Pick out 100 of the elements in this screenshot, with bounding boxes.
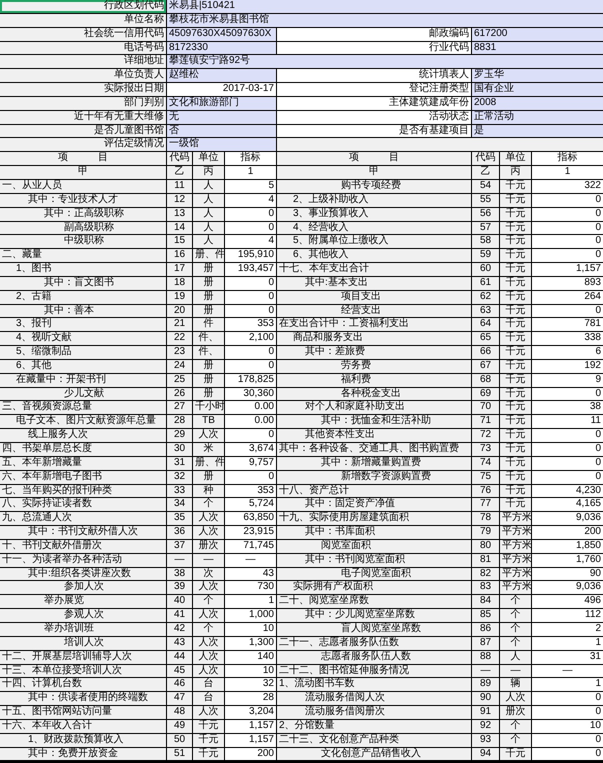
value-cell[interactable]: 0 [532,470,603,484]
value-cell[interactable]: 195,910 [225,249,276,262]
field-value[interactable]: 正常活动 [472,110,603,124]
value-cell[interactable]: 32 [225,678,276,692]
value-cell[interactable]: 4 [225,194,276,207]
value-cell[interactable]: 3,674 [225,443,276,456]
value-cell[interactable]: 193,457 [225,263,276,276]
value-cell[interactable]: 1,157 [225,734,276,747]
value-cell[interactable]: 0 [532,304,603,318]
value-cell[interactable]: 2,100 [225,332,276,346]
value-cell[interactable]: 0 [532,208,603,220]
value-cell[interactable]: 4,165 [532,498,603,512]
value-cell[interactable]: 353 [225,484,276,498]
value-cell[interactable]: 200 [225,748,276,760]
value-cell[interactable]: 3,204 [225,706,276,719]
value-cell[interactable]: — [225,554,276,567]
value-cell[interactable]: 0 [225,346,276,359]
value-cell[interactable]: 0 [532,443,603,456]
value-cell[interactable]: 322 [532,180,603,193]
field-value[interactable]: 2008 [472,96,603,110]
field-value[interactable]: 赵维松 [167,69,276,82]
value-cell[interactable]: 0 [532,734,603,747]
value-cell[interactable]: 1,157 [225,720,276,733]
value-cell[interactable]: 0 [532,194,603,207]
value-cell[interactable]: 10 [532,720,603,733]
value-cell[interactable]: 264 [532,290,603,304]
value-cell[interactable]: 496 [532,595,603,608]
value-cell[interactable]: 140 [225,650,276,664]
value-cell[interactable]: 893 [532,276,603,290]
value-cell[interactable]: 4 [225,235,276,248]
value-cell[interactable]: 30,360 [225,388,276,400]
value-cell[interactable]: 200 [532,526,603,539]
value-cell[interactable]: 112 [532,609,603,622]
field-value[interactable]: 45097630X45097630X [167,28,276,41]
field-value[interactable]: 攀莲镇安宁路92号 [167,55,603,68]
value-cell[interactable]: 353 [225,318,276,332]
value-cell[interactable]: 730 [225,581,276,594]
field-value[interactable]: 8831 [472,42,603,54]
value-cell[interactable]: 0 [532,706,603,719]
value-cell[interactable]: 0 [225,276,276,290]
field-value[interactable]: 攀枝花市米易县图书馆 [167,14,603,27]
value-cell[interactable]: 0 [225,470,276,484]
value-cell[interactable]: 1 [532,636,603,650]
value-cell[interactable]: 63,850 [225,512,276,526]
field-value[interactable]: 米易县|510421 [167,0,603,13]
field-value[interactable]: 617200 [472,28,603,41]
value-cell[interactable]: 0 [532,388,603,400]
field-value[interactable]: 无 [167,110,276,124]
value-cell[interactable]: — [532,664,603,678]
field-value[interactable]: 8172330 [167,42,276,54]
value-cell[interactable]: 10 [225,622,276,636]
value-cell[interactable]: 28 [225,692,276,706]
value-cell[interactable]: 43 [225,568,276,580]
field-value[interactable]: 罗玉华 [472,69,603,82]
value-cell[interactable]: 1 [532,678,603,692]
value-cell[interactable]: 338 [532,332,603,346]
value-cell[interactable]: 10 [225,664,276,678]
value-cell[interactable]: 0 [532,429,603,442]
value-cell[interactable]: 0 [225,222,276,234]
value-cell[interactable]: 0 [225,290,276,304]
value-cell[interactable]: 0 [225,429,276,442]
field-value[interactable]: 2017-03-17 [167,83,276,96]
value-cell[interactable]: 9,036 [532,512,603,526]
value-cell[interactable]: 5,724 [225,498,276,512]
value-cell[interactable]: 31 [532,650,603,664]
value-cell[interactable]: 9,757 [225,456,276,470]
value-cell[interactable]: 90 [532,568,603,580]
value-cell[interactable]: 1,000 [225,609,276,622]
value-cell[interactable]: 71,745 [225,540,276,553]
value-cell[interactable]: 0 [532,456,603,470]
value-cell[interactable]: 0 [225,360,276,373]
field-value[interactable]: 否 [167,124,276,138]
value-cell[interactable]: 1,760 [532,554,603,567]
value-cell[interactable]: 5 [225,180,276,193]
value-cell[interactable]: 0.00 [225,415,276,428]
field-value[interactable]: 是 [472,124,603,138]
value-cell[interactable]: 9 [532,374,603,387]
field-value[interactable]: 文化和旅游部门 [167,96,276,110]
value-cell[interactable]: 178,825 [225,374,276,387]
value-cell[interactable]: 1,850 [532,540,603,553]
value-cell[interactable]: 23,915 [225,526,276,539]
value-cell[interactable]: 1,157 [532,263,603,276]
value-cell[interactable]: 1,300 [225,636,276,650]
field-value[interactable]: 一级馆 [167,138,276,152]
value-cell[interactable]: 781 [532,318,603,332]
value-cell[interactable]: 1 [225,595,276,608]
value-cell[interactable]: 6 [532,346,603,359]
field-value[interactable]: 国有企业 [472,83,603,96]
value-cell[interactable]: 2 [532,622,603,636]
value-cell[interactable]: 0 [532,748,603,760]
value-cell[interactable]: 0 [532,235,603,248]
value-cell[interactable]: 0.00 [225,401,276,414]
value-cell[interactable]: 4,230 [532,484,603,498]
value-cell[interactable]: 0 [225,304,276,318]
value-cell[interactable]: 11 [532,415,603,428]
value-cell[interactable]: 0 [532,692,603,706]
value-cell[interactable]: 0 [532,222,603,234]
value-cell[interactable]: 9,036 [532,581,603,594]
value-cell[interactable]: 38 [532,401,603,414]
value-cell[interactable]: 192 [532,360,603,373]
